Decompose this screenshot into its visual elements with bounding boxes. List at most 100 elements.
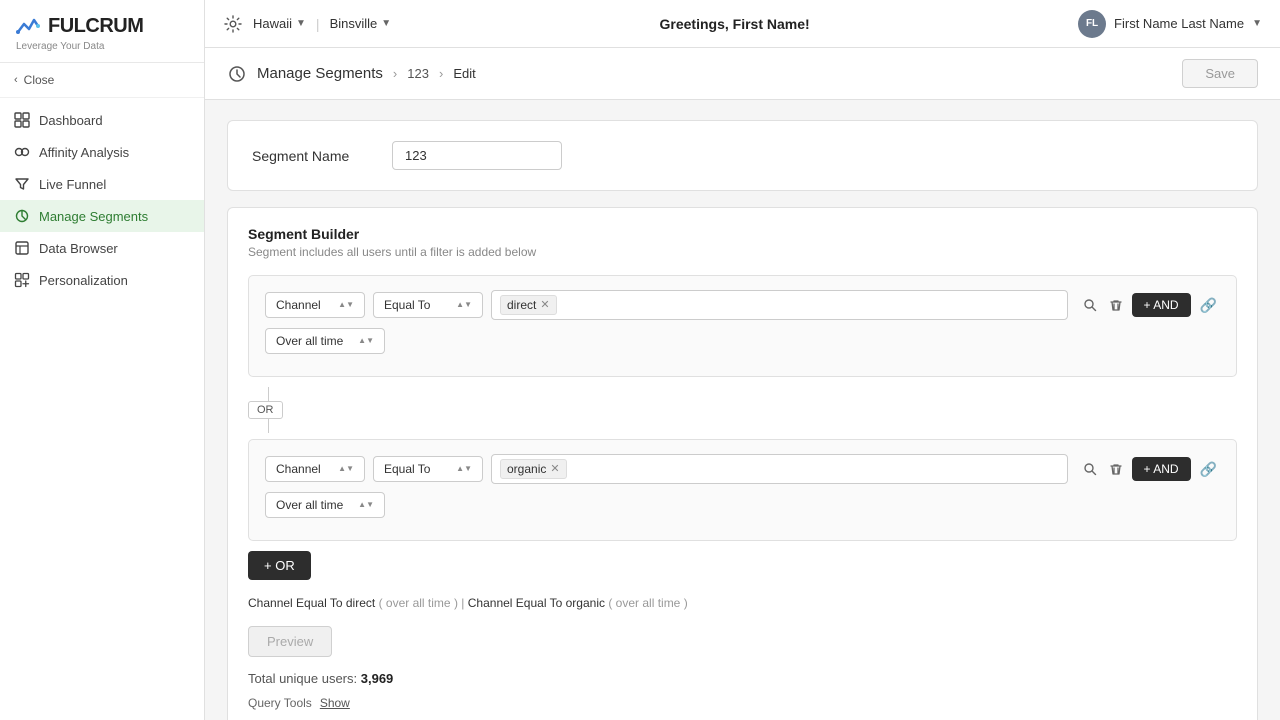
total-users-count: 3,969 [361, 671, 394, 686]
sidebar-item-affinity-analysis[interactable]: Affinity Analysis [0, 136, 204, 168]
filter-block-2: Channel ▲▼ Equal To ▲▼ organic ✕ [248, 439, 1237, 541]
sidebar-item-live-funnel-label: Live Funnel [39, 177, 106, 192]
data-browser-icon [14, 240, 30, 256]
delete-button-2[interactable] [1106, 459, 1126, 479]
query-tools-label: Query Tools [248, 696, 312, 710]
close-button[interactable]: ‹ Close [0, 63, 204, 98]
channel-select-2[interactable]: Channel ▲▼ [265, 456, 365, 482]
filter-tags-area-2: organic ✕ [491, 454, 1068, 484]
sidebar-item-live-funnel[interactable]: Live Funnel [0, 168, 204, 200]
channel-select-arrows-2: ▲▼ [338, 465, 354, 473]
breadcrumb-segment-id: 123 [407, 66, 429, 81]
sidebar-item-data-browser[interactable]: Data Browser [0, 232, 204, 264]
or-line-top [268, 387, 269, 401]
query-tools-row: Query Tools Show [248, 696, 1237, 710]
avatar: FL [1078, 10, 1106, 38]
breadcrumb-title: Manage Segments [257, 65, 383, 82]
query-summary: Channel Equal To direct ( over all time … [248, 594, 1237, 612]
sidebar-item-dashboard[interactable]: Dashboard [0, 104, 204, 136]
save-button[interactable]: Save [1182, 59, 1258, 88]
sidebar-item-dashboard-label: Dashboard [39, 113, 103, 128]
filter-tag-organic: organic ✕ [500, 459, 567, 479]
breadcrumb-current-page: Edit [453, 66, 475, 81]
or-badge[interactable]: OR [248, 401, 283, 419]
breadcrumb-sep1: › [393, 66, 397, 81]
channel-select-arrows-1: ▲▼ [338, 301, 354, 309]
logo-text: FULCRUM [48, 15, 143, 38]
main-area: Hawaii ▼ | Binsville ▼ Greetings, First … [205, 0, 1280, 720]
plus-or-button[interactable]: + OR [248, 551, 311, 580]
or-wrapper: OR [248, 387, 1237, 433]
segment-name-label: Segment Name [252, 148, 372, 164]
binsville-label: Binsville [330, 16, 378, 31]
delete-button-1[interactable] [1106, 295, 1126, 315]
builder-subtitle: Segment includes all users until a filte… [248, 245, 1237, 259]
link-button-2[interactable]: 🔗 [1197, 458, 1220, 481]
sidebar-item-data-browser-label: Data Browser [39, 241, 118, 256]
tag-remove-organic[interactable]: ✕ [550, 464, 559, 475]
filter-block-1: Channel ▲▼ Equal To ▲▼ direct ✕ [248, 275, 1237, 377]
user-chevron: ▼ [1252, 18, 1262, 29]
equal-to-select-1[interactable]: Equal To ▲▼ [373, 292, 483, 318]
preview-button[interactable]: Preview [248, 626, 332, 657]
segment-name-card: Segment Name [227, 120, 1258, 191]
equal-to-arrows-1: ▲▼ [456, 301, 472, 309]
equal-to-select-2[interactable]: Equal To ▲▼ [373, 456, 483, 482]
filter-actions-1: + AND 🔗 [1080, 293, 1220, 317]
main-content: Manage Segments › 123 › Edit Save Segmen… [205, 48, 1280, 720]
time-range-arrows-1: ▲▼ [358, 337, 374, 345]
user-name: First Name Last Name [1114, 16, 1244, 31]
time-range-select-1[interactable]: Over all time ▲▼ [265, 328, 385, 354]
channel-select-1[interactable]: Channel ▲▼ [265, 292, 365, 318]
gear-icon [223, 14, 243, 34]
topbar-left: Hawaii ▼ | Binsville ▼ [223, 14, 391, 34]
binsville-dropdown[interactable]: Binsville ▼ [330, 16, 392, 31]
sidebar-item-personalization-label: Personalization [39, 273, 128, 288]
logo-area: FULCRUM Leverage Your Data [0, 0, 204, 63]
breadcrumb-bar: Manage Segments › 123 › Edit Save [205, 48, 1280, 100]
sidebar-item-manage-segments[interactable]: Manage Segments [0, 200, 204, 232]
close-label: Close [24, 73, 55, 87]
time-range-arrows-2: ▲▼ [358, 501, 374, 509]
and-button-1[interactable]: + AND [1132, 293, 1191, 317]
sidebar-item-personalization[interactable]: Personalization [0, 264, 204, 296]
manage-segments-breadcrumb-icon [227, 64, 247, 84]
builder-title: Segment Builder [248, 226, 1237, 242]
filter-actions-2: + AND 🔗 [1080, 457, 1220, 481]
search-button-2[interactable] [1080, 459, 1100, 479]
sidebar-item-affinity-label: Affinity Analysis [39, 145, 129, 160]
total-users: Total unique users: 3,969 [248, 671, 1237, 686]
filter-tags-area-1: direct ✕ [491, 290, 1068, 320]
segment-name-input[interactable] [392, 141, 562, 170]
logo-sub: Leverage Your Data [14, 41, 190, 52]
tag-remove-direct[interactable]: ✕ [540, 300, 549, 311]
builder-card: Segment Builder Segment includes all use… [227, 207, 1258, 720]
funnel-icon [14, 176, 30, 192]
equal-to-arrows-2: ▲▼ [456, 465, 472, 473]
sidebar-item-manage-segments-label: Manage Segments [39, 209, 148, 224]
greeting-text: Greetings, First Name! [405, 16, 1064, 32]
breadcrumb-sep2: › [439, 66, 443, 81]
or-line-bottom [268, 419, 269, 433]
filter-tag-direct: direct ✕ [500, 295, 557, 315]
binsville-chevron: ▼ [381, 18, 391, 29]
hawaii-dropdown[interactable]: Hawaii ▼ [253, 16, 306, 31]
time-range-select-2[interactable]: Over all time ▲▼ [265, 492, 385, 518]
user-menu[interactable]: FL First Name Last Name ▼ [1078, 10, 1262, 38]
affinity-icon [14, 144, 30, 160]
fulcrum-logo-icon [14, 12, 42, 40]
topbar-separator: | [316, 16, 320, 32]
personalization-icon [14, 272, 30, 288]
segments-icon [14, 208, 30, 224]
chevron-left-icon: ‹ [14, 74, 18, 86]
link-button-1[interactable]: 🔗 [1197, 294, 1220, 317]
dashboard-icon [14, 112, 30, 128]
sidebar: FULCRUM Leverage Your Data ‹ Close Dashb… [0, 0, 205, 720]
and-button-2[interactable]: + AND [1132, 457, 1191, 481]
search-button-1[interactable] [1080, 295, 1100, 315]
hawaii-label: Hawaii [253, 16, 292, 31]
hawaii-chevron: ▼ [296, 18, 306, 29]
query-tools-show[interactable]: Show [320, 696, 350, 710]
sidebar-nav: Dashboard Affinity Analysis Live Funnel … [0, 98, 204, 720]
page-body: Segment Name Segment Builder Segment inc… [205, 100, 1280, 720]
